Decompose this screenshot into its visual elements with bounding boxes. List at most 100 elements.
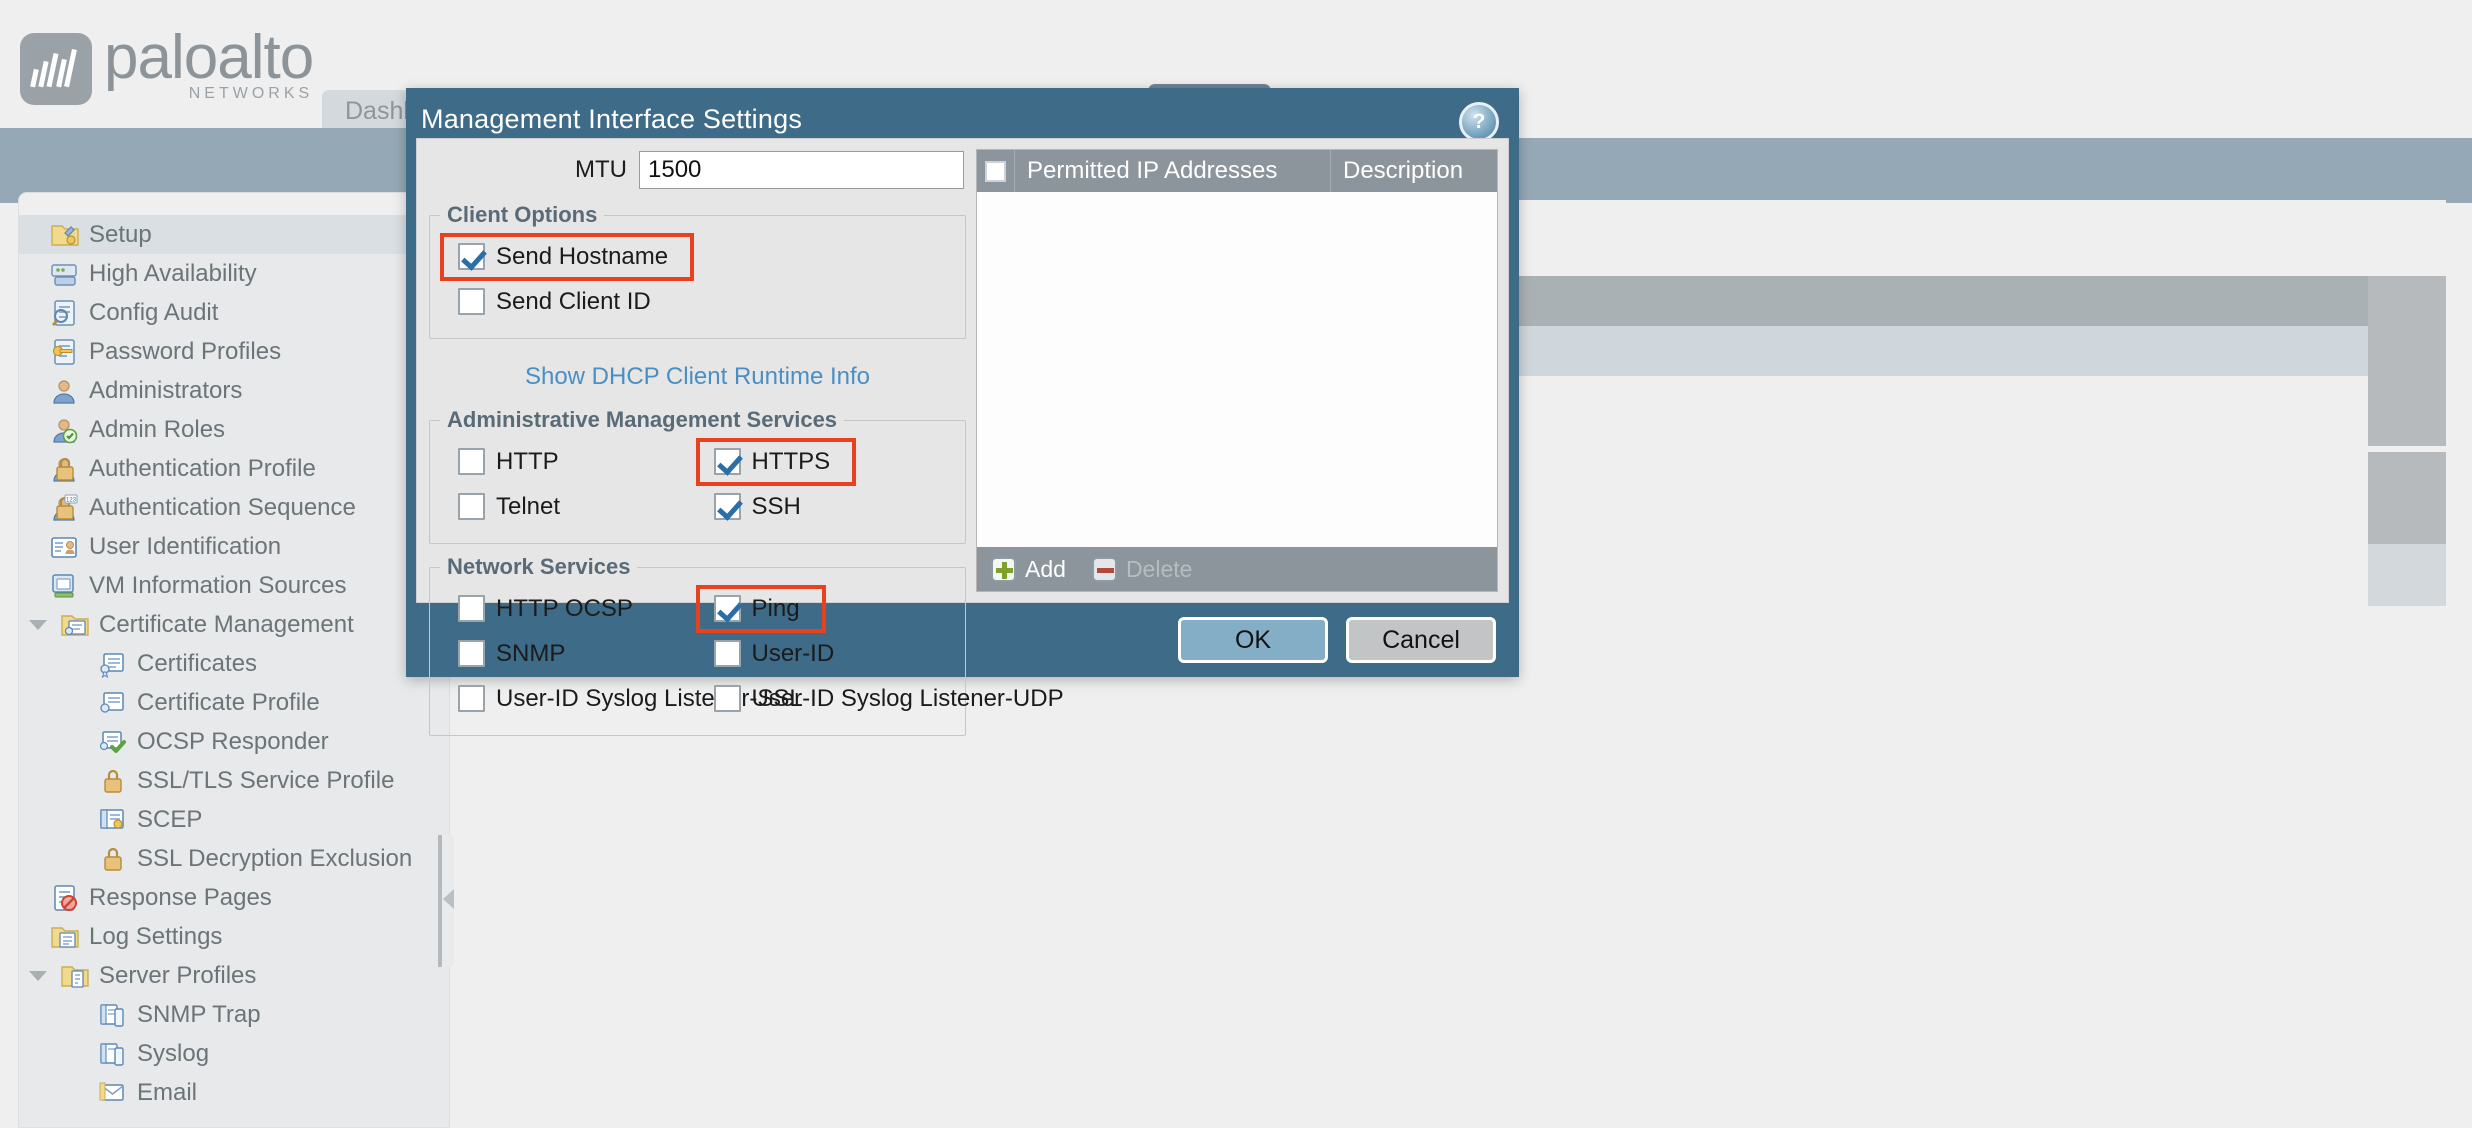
add-button[interactable]: Add: [991, 556, 1066, 583]
sidebar-item-email[interactable]: Email: [19, 1073, 449, 1112]
sidebar-item-label: User Identification: [89, 533, 281, 561]
network-services-legend: Network Services: [440, 554, 637, 580]
sidebar-item-log-settings[interactable]: Log Settings: [19, 917, 449, 956]
brand-name: paloalto: [104, 27, 313, 89]
sidebar-list: Setup High Availability Config Audit Pass…: [19, 215, 449, 1112]
snmp-trap-icon: [97, 1001, 127, 1029]
sidebar-item-admin-roles[interactable]: Admin Roles: [19, 410, 449, 449]
app-root: paloalto NETWORKS DashboardACCMonitorPol…: [0, 0, 2472, 1128]
chevron-down-icon[interactable]: [27, 614, 49, 636]
checkbox-cell: Send Client ID: [444, 279, 955, 324]
ok-button[interactable]: OK: [1178, 617, 1328, 663]
sidebar-item-label: Syslog: [137, 1040, 209, 1068]
sidebar-item-authentication-sequence[interactable]: 123Authentication Sequence: [19, 488, 449, 527]
sidebar-item-label: Certificates: [137, 650, 257, 678]
checkbox-telnet[interactable]: Telnet: [444, 489, 570, 525]
sidebar-item-label: Server Profiles: [99, 962, 256, 990]
checkbox-cell: HTTP: [444, 439, 700, 484]
cancel-button[interactable]: Cancel: [1346, 617, 1496, 663]
sidebar-item-user-identification[interactable]: User Identification: [19, 527, 449, 566]
checkbox-empty-icon[interactable]: [458, 685, 485, 712]
help-icon[interactable]: ?: [1459, 102, 1499, 142]
dialog-footer: OK Cancel: [406, 603, 1519, 677]
config-audit-icon: [49, 299, 79, 327]
delete-button[interactable]: Delete: [1092, 556, 1192, 583]
sidebar-item-certificate-management[interactable]: Certificate Management: [19, 605, 449, 644]
sidebar-item-label: Administrators: [89, 377, 242, 405]
scep-icon: [97, 806, 127, 834]
paloalto-logo-icon: [20, 33, 92, 105]
sidebar-item-label: SSL/TLS Service Profile: [137, 767, 394, 795]
sidebar-item-response-pages[interactable]: Response Pages: [19, 878, 449, 917]
checkmark-icon[interactable]: [714, 448, 741, 475]
client-options-legend: Client Options: [440, 202, 604, 228]
checkbox-empty-icon[interactable]: [458, 288, 485, 315]
sidebar-item-password-profiles[interactable]: Password Profiles: [19, 332, 449, 371]
minus-icon: [1092, 557, 1117, 582]
sidebar-item-label: Setup: [89, 221, 152, 249]
sidebar-item-server-profiles[interactable]: Server Profiles: [19, 956, 449, 995]
sidebar-item-authentication-profile[interactable]: Authentication Profile: [19, 449, 449, 488]
mtu-input[interactable]: [639, 151, 964, 189]
administrators-icon: [49, 377, 79, 405]
sidebar-item-label: OCSP Responder: [137, 728, 329, 756]
checkbox-https[interactable]: HTTPS: [700, 442, 853, 482]
sidebar-item-high-availability[interactable]: High Availability: [19, 254, 449, 293]
checkbox-http[interactable]: HTTP: [444, 444, 569, 480]
sidebar-item-label: Certificate Management: [99, 611, 354, 639]
dhcp-link-row: Show DHCP Client Runtime Info: [429, 349, 966, 407]
delete-button-label: Delete: [1126, 556, 1192, 583]
checkbox-empty-icon[interactable]: [714, 685, 741, 712]
column-header-description[interactable]: Description: [1331, 150, 1497, 192]
chevron-down-icon[interactable]: [27, 965, 49, 987]
checkbox-cell: User-ID Syslog Listener-SSL: [444, 676, 700, 721]
syslog-icon: [97, 1040, 127, 1068]
sidebar-collapse-handle[interactable]: [438, 835, 454, 967]
sidebar-item-scep[interactable]: SCEP: [19, 800, 449, 839]
sidebar-item-vm-information-sources[interactable]: VM Information Sources: [19, 566, 449, 605]
sidebar-item-ocsp-responder[interactable]: OCSP Responder: [19, 722, 449, 761]
sidebar-item-label: Password Profiles: [89, 338, 281, 366]
administrative-management-services-legend: Administrative Management Services: [440, 407, 844, 433]
checkbox-ssh[interactable]: SSH: [700, 489, 811, 525]
sidebar-item-config-audit[interactable]: Config Audit: [19, 293, 449, 332]
sidebar-item-setup[interactable]: Setup: [19, 215, 449, 254]
authentication-sequence-icon: 123: [49, 494, 79, 522]
sidebar-item-certificate-profile[interactable]: Certificate Profile: [19, 683, 449, 722]
checkbox-cell: HTTPS: [700, 439, 956, 484]
checkmark-icon[interactable]: [714, 493, 741, 520]
sidebar-item-snmp-trap[interactable]: SNMP Trap: [19, 995, 449, 1034]
sidebar-item-syslog[interactable]: Syslog: [19, 1034, 449, 1073]
checkbox-empty-icon[interactable]: [458, 448, 485, 475]
password-profiles-icon: [49, 338, 79, 366]
checkbox-label: HTTP: [496, 448, 559, 476]
dialog-body: MTU Client Options Send HostnameSend Cli…: [416, 138, 1509, 603]
certificate-profile-icon: [97, 689, 127, 717]
sidebar-item-ssl-tls-service-profile[interactable]: SSL/TLS Service Profile: [19, 761, 449, 800]
authentication-profile-icon: [49, 455, 79, 483]
sidebar-item-administrators[interactable]: Administrators: [19, 371, 449, 410]
sidebar-item-certificates[interactable]: Certificates: [19, 644, 449, 683]
brand-logo: paloalto NETWORKS: [20, 27, 313, 105]
sidebar-item-ssl-decryption-exclusion[interactable]: SSL Decryption Exclusion: [19, 839, 449, 878]
checkbox-send-hostname[interactable]: Send Hostname: [444, 237, 690, 277]
checkbox-send-client-id[interactable]: Send Client ID: [444, 284, 661, 320]
checkbox-user-id-syslog-listener-udp[interactable]: User-ID Syslog Listener-UDP: [700, 681, 1074, 717]
certificate-management-folder-icon: [59, 611, 89, 639]
checkbox-cell: Telnet: [444, 484, 700, 529]
device-sidebar: Setup High Availability Config Audit Pass…: [18, 192, 450, 1128]
checkbox-empty-icon[interactable]: [458, 493, 485, 520]
server-profiles-folder-icon: [59, 962, 89, 990]
sidebar-item-label: Config Audit: [89, 299, 218, 327]
sidebar-item-label: SSL Decryption Exclusion: [137, 845, 412, 873]
column-header-permitted-ip-addresses[interactable]: Permitted IP Addresses: [1015, 150, 1331, 192]
dialog-right-column: Permitted IP Addresses Description Add: [974, 139, 1508, 602]
high-availability-icon: [49, 260, 79, 288]
plus-icon: [991, 557, 1016, 582]
select-all-checkbox[interactable]: [977, 150, 1015, 192]
checkbox-cell: User-ID Syslog Listener-UDP: [700, 676, 956, 721]
checkmark-icon[interactable]: [458, 243, 485, 270]
sidebar-top-padding: [19, 193, 449, 215]
show-dhcp-client-runtime-info-link[interactable]: Show DHCP Client Runtime Info: [525, 363, 870, 390]
certificates-icon: [97, 650, 127, 678]
